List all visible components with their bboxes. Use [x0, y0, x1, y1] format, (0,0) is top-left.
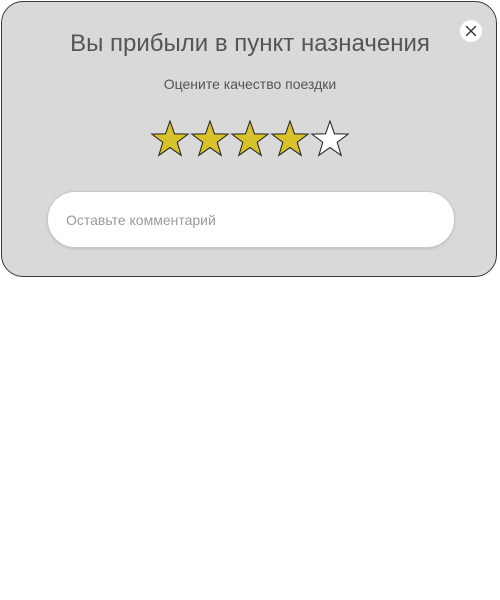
star-icon: [150, 119, 190, 157]
comment-input[interactable]: [47, 191, 455, 248]
rating-star-1[interactable]: [150, 119, 190, 159]
star-icon: [190, 119, 230, 157]
star-icon: [230, 119, 270, 157]
rating-star-5[interactable]: [310, 119, 350, 159]
rating-star-2[interactable]: [190, 119, 230, 159]
rating-star-3[interactable]: [230, 119, 270, 159]
dialog-subtitle: Оцените качество поездки: [163, 76, 337, 92]
dialog-title: Вы прибыли в пункт назначения: [70, 30, 430, 57]
rating-star-4[interactable]: [270, 119, 310, 159]
star-rating[interactable]: [150, 119, 350, 159]
star-icon: [310, 119, 350, 157]
star-icon: [270, 119, 310, 157]
